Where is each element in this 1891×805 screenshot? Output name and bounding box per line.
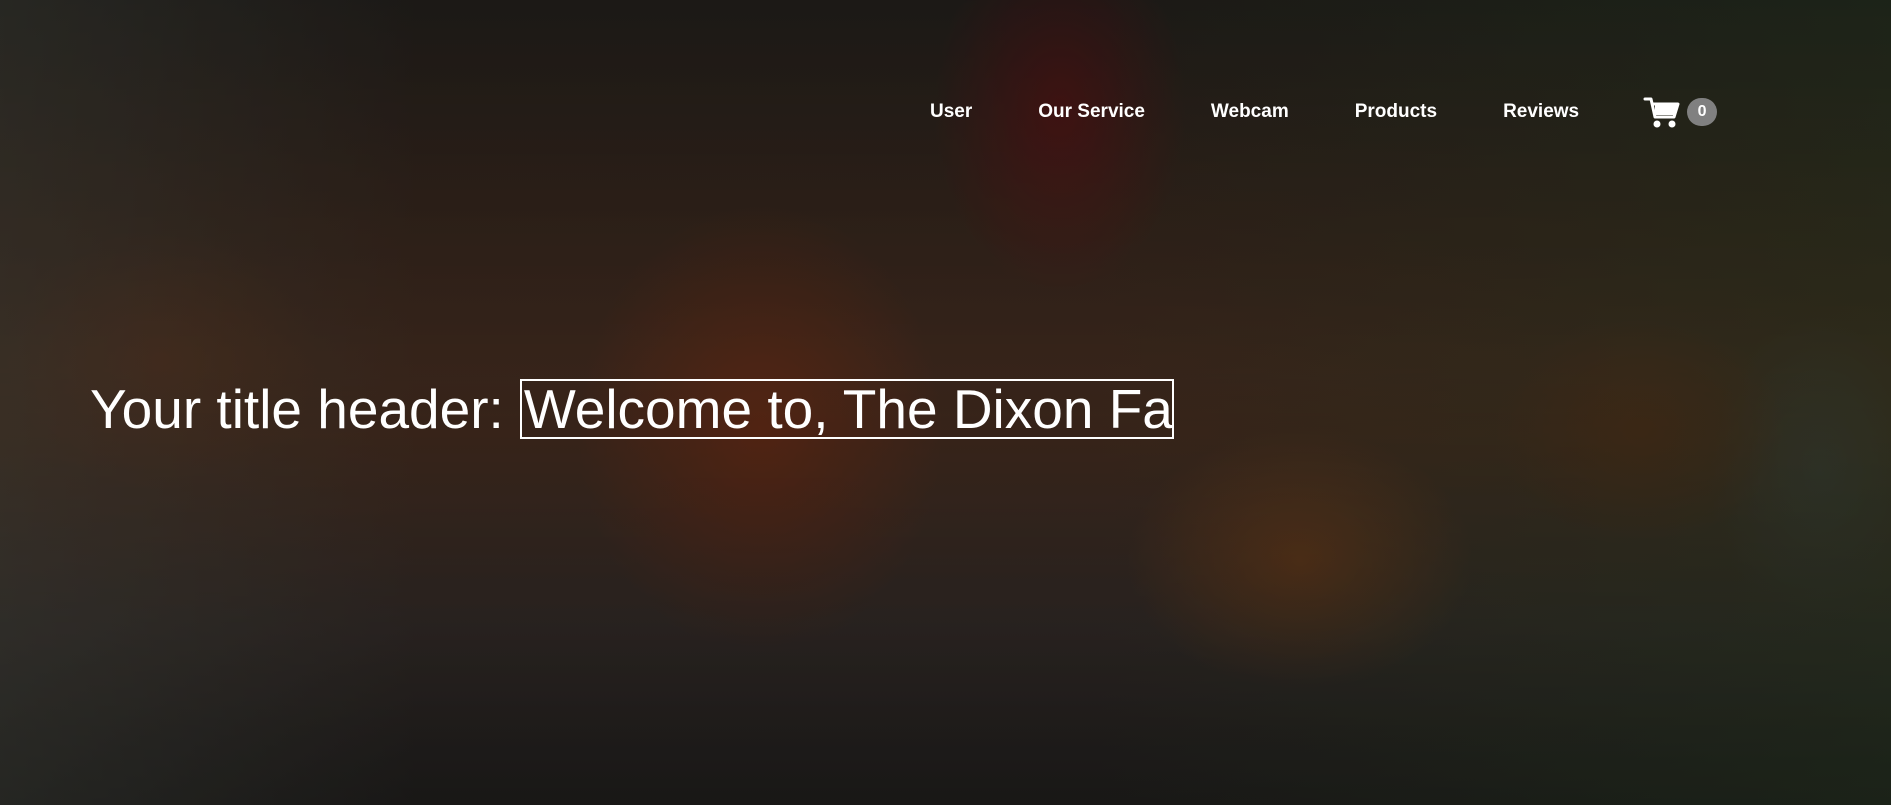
cart-button[interactable]: 0 (1643, 92, 1718, 132)
nav-link-webcam[interactable]: Webcam (1211, 92, 1289, 132)
nav-link-user[interactable]: User (930, 92, 972, 132)
nav-link-products[interactable]: Products (1355, 92, 1437, 132)
cart-count-badge: 0 (1687, 98, 1718, 126)
cart-icon (1643, 97, 1680, 128)
title-header-input[interactable]: Welcome to, The Dixon Far (519, 379, 1174, 439)
title-header-row: Your title header: Welcome to, The Dixon… (90, 378, 1174, 440)
nav-link-our-service[interactable]: Our Service (1038, 92, 1145, 132)
nav-link-reviews[interactable]: Reviews (1503, 92, 1579, 132)
hero-banner: User Our Service Webcam Products Reviews… (0, 0, 1891, 805)
main-navigation: User Our Service Webcam Products Reviews… (930, 92, 1718, 132)
title-header-label: Your title header: (90, 378, 504, 440)
